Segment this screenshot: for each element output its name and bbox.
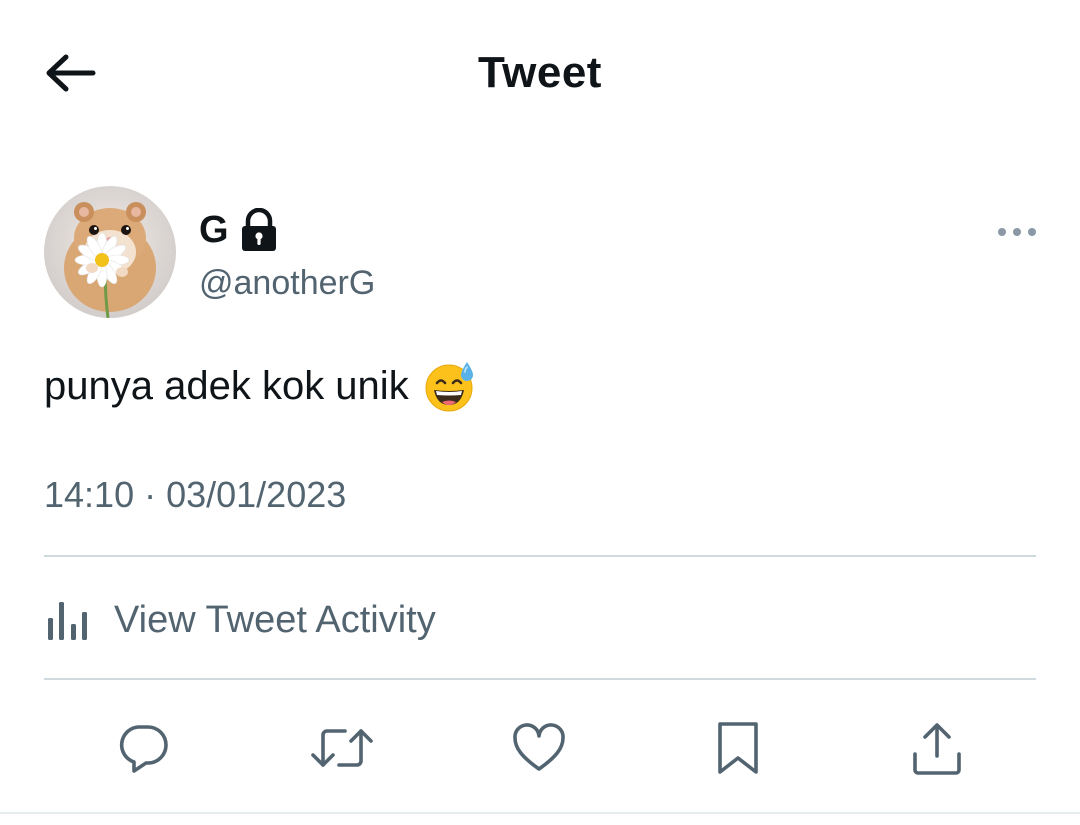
display-name: G: [199, 208, 229, 251]
display-name-row[interactable]: G: [199, 204, 279, 256]
avatar[interactable]: [44, 186, 176, 318]
reply-button[interactable]: [105, 710, 181, 786]
tweet-text: punya adek kok unik: [44, 358, 477, 414]
like-button[interactable]: [501, 710, 577, 786]
more-horizontal-icon: [998, 228, 1036, 236]
more-options-button[interactable]: [994, 220, 1040, 244]
hamster-avatar-image: [44, 186, 176, 318]
tweet-actions-bar: [0, 710, 1080, 790]
divider: [44, 678, 1036, 680]
divider: [44, 555, 1036, 557]
user-handle[interactable]: @anotherG: [199, 264, 375, 303]
like-icon: [513, 723, 565, 771]
reply-icon: [119, 725, 168, 773]
view-tweet-activity-label: View Tweet Activity: [114, 598, 436, 641]
tweet-text-content: punya adek kok unik: [44, 363, 409, 408]
bar-chart-icon: [48, 602, 87, 640]
retweet-button[interactable]: [304, 710, 380, 786]
tweet-detail-page: Tweet G @anotherG punya adek kok unik 14…: [0, 0, 1080, 825]
tweet-timestamp[interactable]: 14:10 · 03/01/2023: [44, 474, 346, 516]
page-title: Tweet: [478, 48, 602, 97]
bookmark-icon: [718, 722, 758, 774]
share-icon: [913, 723, 961, 775]
grinning-face-with-sweat-emoji: [425, 362, 473, 412]
lock-icon: [241, 208, 276, 251]
share-button[interactable]: [899, 710, 975, 786]
retweet-icon: [311, 729, 373, 767]
divider: [0, 812, 1080, 814]
view-tweet-activity-button[interactable]: View Tweet Activity: [44, 590, 436, 650]
bookmark-button[interactable]: [700, 710, 776, 786]
